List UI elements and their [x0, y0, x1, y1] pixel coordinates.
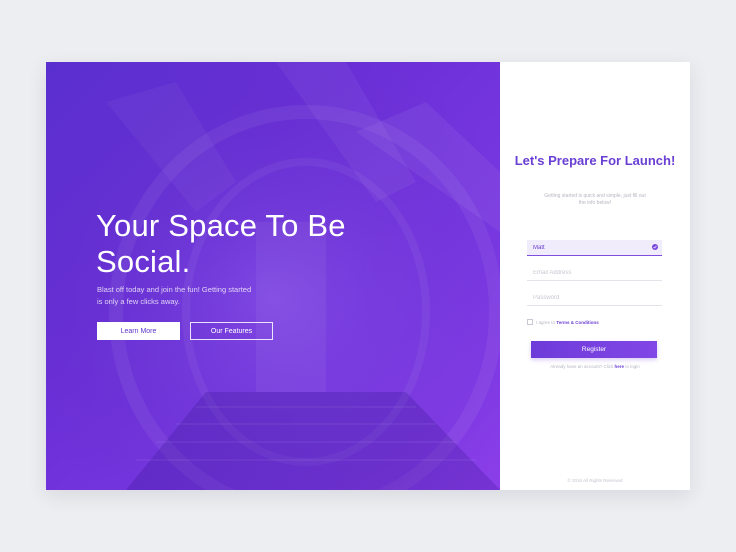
our-features-button[interactable]: Our Features	[190, 322, 273, 340]
password-input[interactable]	[533, 293, 648, 303]
copyright-text: © 2016 All Rights Reserved	[567, 478, 623, 483]
terms-prefix: I agree to	[536, 320, 556, 325]
login-prefix: Already have an account? Click	[550, 364, 614, 369]
form-subtitle: Getting started is quick and simple, jus…	[544, 193, 646, 206]
name-field	[527, 240, 662, 256]
login-link[interactable]: here	[615, 364, 625, 369]
email-field	[527, 265, 662, 281]
terms-text: I agree to Terms & Conditions	[536, 319, 599, 326]
terms-checkbox[interactable]	[527, 319, 533, 325]
signup-card: Your Space To Be Social. Blast off today…	[46, 62, 690, 490]
hero-title: Your Space To Be Social.	[96, 208, 346, 279]
login-prompt: Already have an account? Click here to l…	[500, 363, 690, 370]
register-button[interactable]: Register	[531, 341, 657, 358]
terms-row: I agree to Terms & Conditions	[527, 319, 667, 327]
hero-panel: Your Space To Be Social. Blast off today…	[46, 62, 500, 490]
email-input[interactable]	[533, 268, 648, 278]
terms-link[interactable]: Terms & Conditions	[556, 320, 598, 325]
password-field	[527, 290, 662, 306]
hero-subtitle: Blast off today and join the fun! Gettin…	[97, 285, 252, 306]
form-title: Let's Prepare For Launch!	[514, 153, 676, 168]
name-input[interactable]	[533, 243, 648, 253]
check-circle-icon	[652, 244, 658, 250]
register-panel: Let's Prepare For Launch! Getting starte…	[500, 62, 690, 490]
learn-more-button[interactable]: Learn More	[97, 322, 180, 340]
login-suffix: to login	[625, 364, 640, 369]
